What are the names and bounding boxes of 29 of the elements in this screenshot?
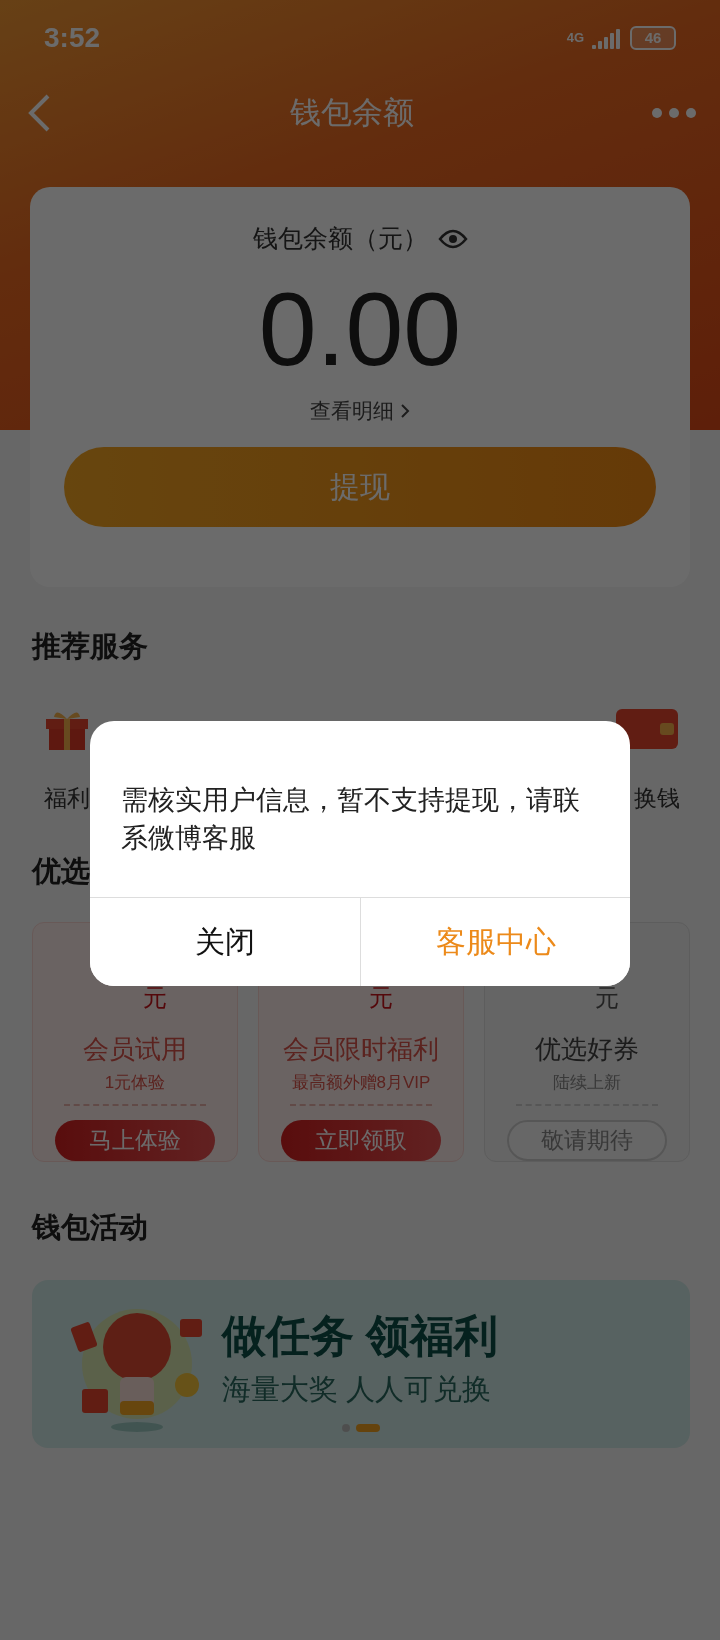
more-icon[interactable] [652, 107, 696, 118]
withdraw-button[interactable]: 提现 [64, 447, 656, 527]
activity-banner[interactable]: 做任务 领福利 海量大奖 人人可兑换 [32, 1280, 690, 1448]
coupon-title: 会员试用 [83, 1032, 187, 1066]
balance-label: 钱包余额（元） [252, 223, 428, 254]
status-time: 3:52 [44, 21, 101, 54]
banner-headline: 做任务 领福利 [222, 1309, 499, 1362]
dialog-button[interactable]: 客服中心 [360, 898, 630, 986]
balance-amount: 0.00 [258, 277, 462, 381]
page-title: 钱包余额 [290, 93, 414, 132]
network-type: 4G [566, 30, 584, 45]
coupon-button[interactable]: 立即领取 [281, 1119, 441, 1161]
dialog-message: 需核实用户信息，暂不支持提现，请联系微博客服 [120, 784, 581, 855]
details-link[interactable]: 查看明细 [310, 397, 410, 425]
back-icon[interactable] [26, 92, 52, 133]
coupon-title: 优选好券 [535, 1032, 639, 1066]
section-title: 钱包活动 [30, 1210, 149, 1245]
banner-subline: 海量大奖 人人可兑换 [222, 1371, 493, 1407]
coupon-subtitle: 1元体验 [104, 1071, 166, 1094]
chevron-icon [400, 403, 410, 419]
section-title: 推荐服务 [30, 629, 149, 664]
eye-icon[interactable] [437, 228, 468, 249]
coupon-button[interactable]: 马上体验 [55, 1119, 215, 1161]
coupon-title: 会员限时福利 [283, 1032, 439, 1066]
service-label[interactable]: 福利 [44, 783, 90, 814]
coupon-subtitle: 最高额外赠8月VIP [291, 1071, 431, 1094]
signal-icon [592, 26, 622, 49]
section-title: 优选 [30, 854, 91, 889]
service-label[interactable]: 换钱 [634, 783, 680, 814]
